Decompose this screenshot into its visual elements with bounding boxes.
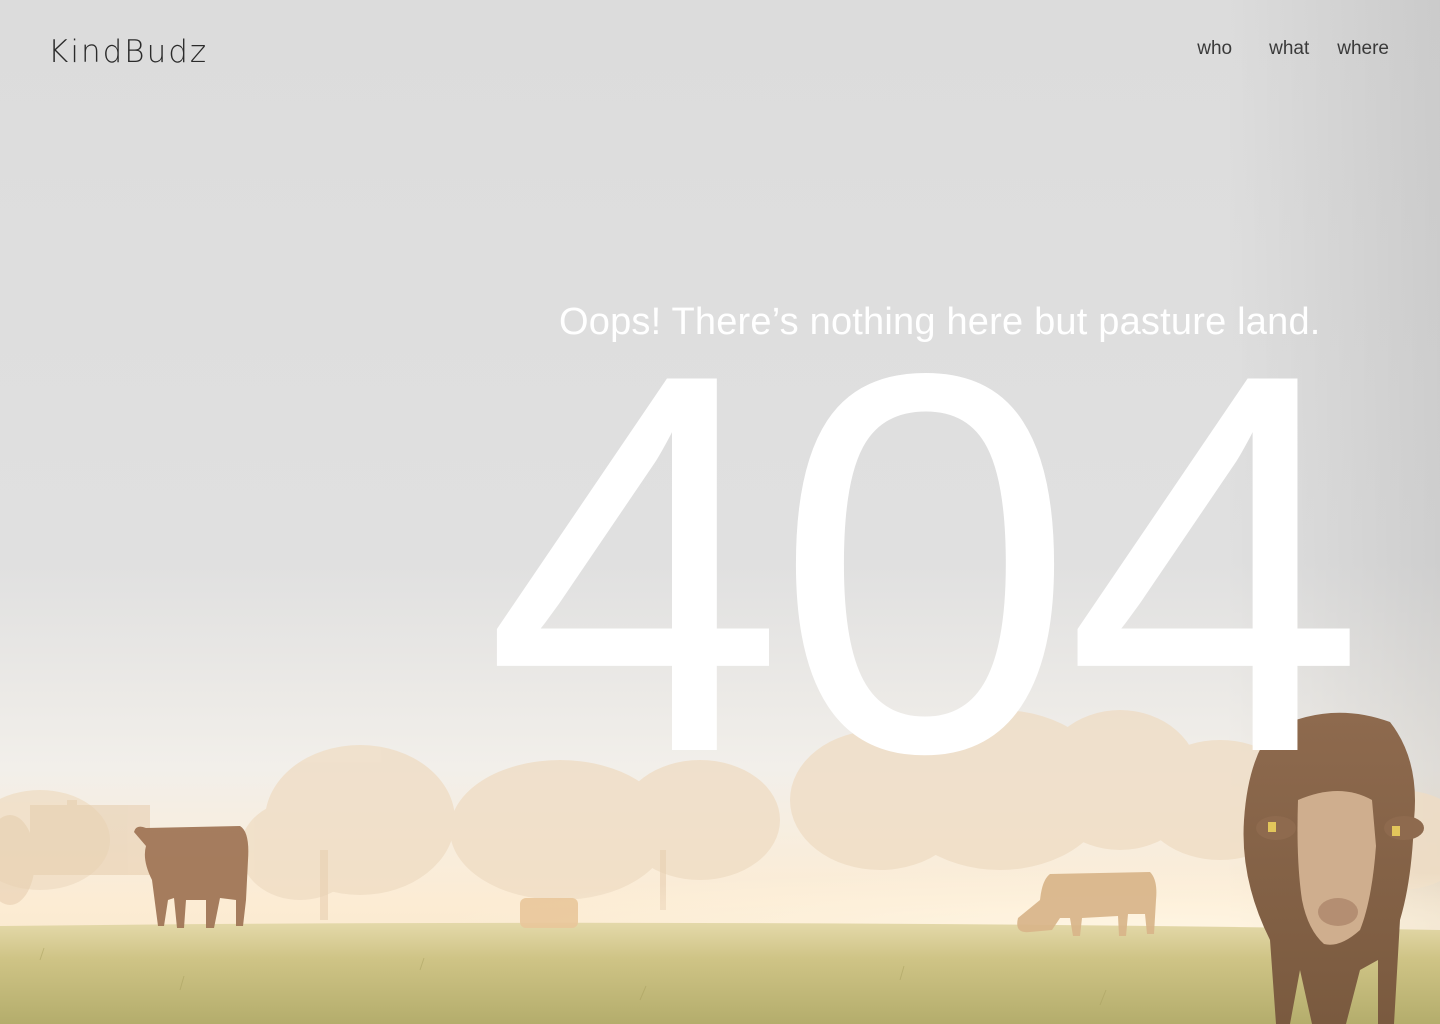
not-found-message: Oops! There’s nothing here but pasture l… bbox=[559, 301, 1321, 343]
nav-link-who[interactable]: who bbox=[1197, 36, 1232, 62]
error-code-404: 404 bbox=[485, 300, 1366, 820]
nav-link-what[interactable]: what bbox=[1269, 36, 1309, 62]
main-nav: who what where bbox=[1197, 36, 1389, 62]
site-header: KindBudz who what where bbox=[0, 0, 1440, 100]
site-logo[interactable]: KindBudz bbox=[48, 30, 208, 74]
error-code-text: 404 bbox=[485, 300, 1356, 820]
nav-link-where[interactable]: where bbox=[1337, 36, 1389, 62]
